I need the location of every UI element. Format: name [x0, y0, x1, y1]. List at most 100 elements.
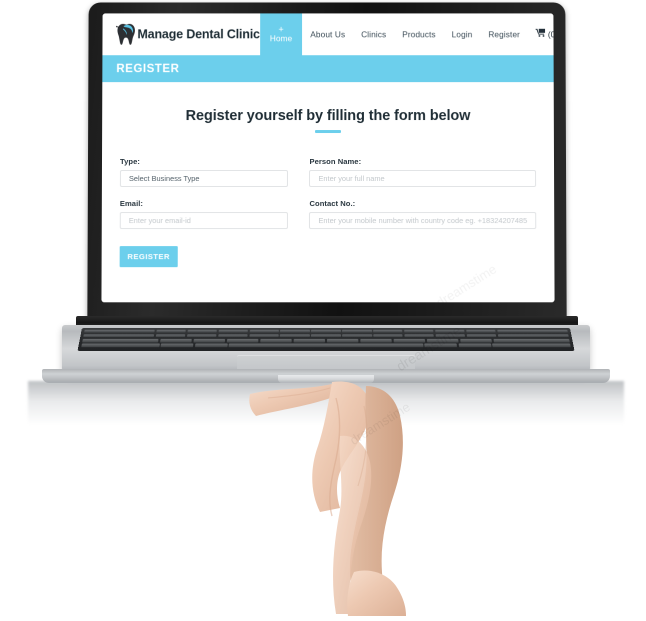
key	[311, 334, 341, 338]
key	[81, 343, 160, 347]
key	[249, 329, 279, 333]
key	[160, 343, 194, 347]
key	[458, 343, 492, 347]
key	[83, 334, 155, 338]
shopping-cart-icon	[536, 28, 547, 40]
key	[293, 338, 326, 343]
brand-logo[interactable]: Manage Dental Clinic	[102, 13, 260, 55]
key	[155, 334, 186, 338]
page-title: REGISTER	[116, 62, 180, 75]
contact-no-placeholder: Enter your mobile number with country co…	[318, 215, 528, 225]
cart-count: (0)	[547, 29, 555, 40]
key	[82, 338, 159, 343]
email-placeholder: Enter your email-id	[128, 215, 191, 225]
nav-item-products[interactable]: Products	[394, 13, 444, 55]
key	[226, 338, 259, 343]
key	[217, 334, 248, 338]
watermark-text: dreamstime	[433, 261, 500, 303]
nav-item-products-label: Products	[402, 29, 436, 40]
form-heading: Register yourself by filling the form be…	[185, 108, 471, 125]
contact-no-input[interactable]: Enter your mobile number with country co…	[309, 211, 537, 229]
key	[404, 334, 435, 338]
nav-item-register[interactable]: Register	[480, 13, 528, 55]
key	[248, 334, 279, 338]
nav-item-login-label: Login	[451, 29, 473, 40]
key	[280, 334, 310, 338]
keyboard-row	[81, 329, 571, 333]
tooth-icon	[113, 22, 136, 46]
key	[311, 329, 341, 333]
nav-item-home[interactable]: + Home	[259, 13, 303, 56]
field-group-email: Email: Enter your email-id	[119, 198, 289, 229]
scene: Manage Dental Clinic + Home About Us Cli…	[0, 0, 646, 621]
key	[194, 343, 228, 347]
laptop-lid: Manage Dental Clinic + Home About Us Cli…	[87, 2, 567, 321]
email-input[interactable]: Enter your email-id	[119, 211, 289, 229]
nav-item-clinics-label: Clinics	[361, 29, 387, 40]
key	[493, 338, 570, 343]
key	[373, 334, 404, 338]
field-group-contact-no: Contact No.: Enter your mobile number wi…	[309, 199, 537, 229]
key	[187, 329, 217, 333]
key	[260, 338, 292, 343]
field-group-type: Type: Select Business Type	[119, 156, 289, 187]
main-navigation: + Home About Us Clinics Products Login R…	[259, 13, 555, 56]
key	[424, 343, 458, 347]
registration-form: Type: Select Business Type Person Name: …	[119, 156, 537, 229]
nav-item-register-label: Register	[488, 29, 521, 40]
key	[435, 329, 465, 333]
watermark-text: dreamstime	[299, 301, 365, 302]
keyboard-row	[79, 338, 573, 343]
select-business-type-value: Select Business Type	[128, 173, 200, 183]
key	[496, 329, 568, 333]
key	[218, 329, 248, 333]
key	[404, 329, 434, 333]
keyboard-row	[80, 334, 572, 338]
laptop-keyboard	[77, 328, 575, 351]
register-submit-button[interactable]: REGISTER	[119, 245, 178, 267]
field-group-person-name: Person Name: Enter your full name	[309, 156, 537, 187]
brand-name: Manage Dental Clinic	[137, 27, 260, 42]
key	[435, 334, 466, 338]
page-title-band: REGISTER	[102, 55, 554, 83]
key	[156, 329, 187, 333]
key	[426, 338, 459, 343]
label-type: Type:	[119, 156, 140, 166]
key	[466, 334, 497, 338]
key	[84, 329, 156, 333]
key	[393, 338, 426, 343]
keyboard-row	[78, 343, 574, 347]
key	[465, 329, 496, 333]
nav-item-about-us-label: About Us	[310, 29, 346, 40]
page-body: Register yourself by filling the form be…	[101, 82, 555, 303]
key	[497, 334, 569, 338]
key	[326, 338, 359, 343]
key	[280, 329, 310, 333]
select-business-type[interactable]: Select Business Type	[119, 169, 289, 187]
cart-button[interactable]: (0)	[528, 13, 555, 55]
heading-underline	[315, 130, 341, 133]
key	[492, 343, 571, 347]
nav-item-login[interactable]: Login	[444, 13, 481, 55]
label-person-name: Person Name:	[309, 156, 362, 166]
nav-item-clinics[interactable]: Clinics	[353, 13, 394, 55]
key	[342, 334, 372, 338]
key	[160, 338, 193, 343]
browser-viewport: Manage Dental Clinic + Home About Us Cli…	[101, 13, 555, 303]
form-heading-wrap: Register yourself by filling the form be…	[120, 82, 536, 133]
key	[373, 329, 403, 333]
label-email: Email:	[119, 198, 143, 208]
nav-item-home-label: Home	[269, 33, 293, 44]
plus-icon: +	[278, 24, 284, 35]
nav-item-about-us[interactable]: About Us	[302, 13, 353, 55]
key	[193, 338, 226, 343]
spacebar-key	[228, 343, 424, 347]
submit-row: REGISTER	[119, 245, 537, 267]
key	[186, 334, 217, 338]
key	[459, 338, 493, 343]
key	[360, 338, 392, 343]
person-name-input[interactable]: Enter your full name	[309, 169, 537, 187]
hand-holding-laptop	[244, 376, 440, 616]
site-header: Manage Dental Clinic + Home About Us Cli…	[102, 13, 555, 56]
person-name-placeholder: Enter your full name	[318, 173, 385, 183]
